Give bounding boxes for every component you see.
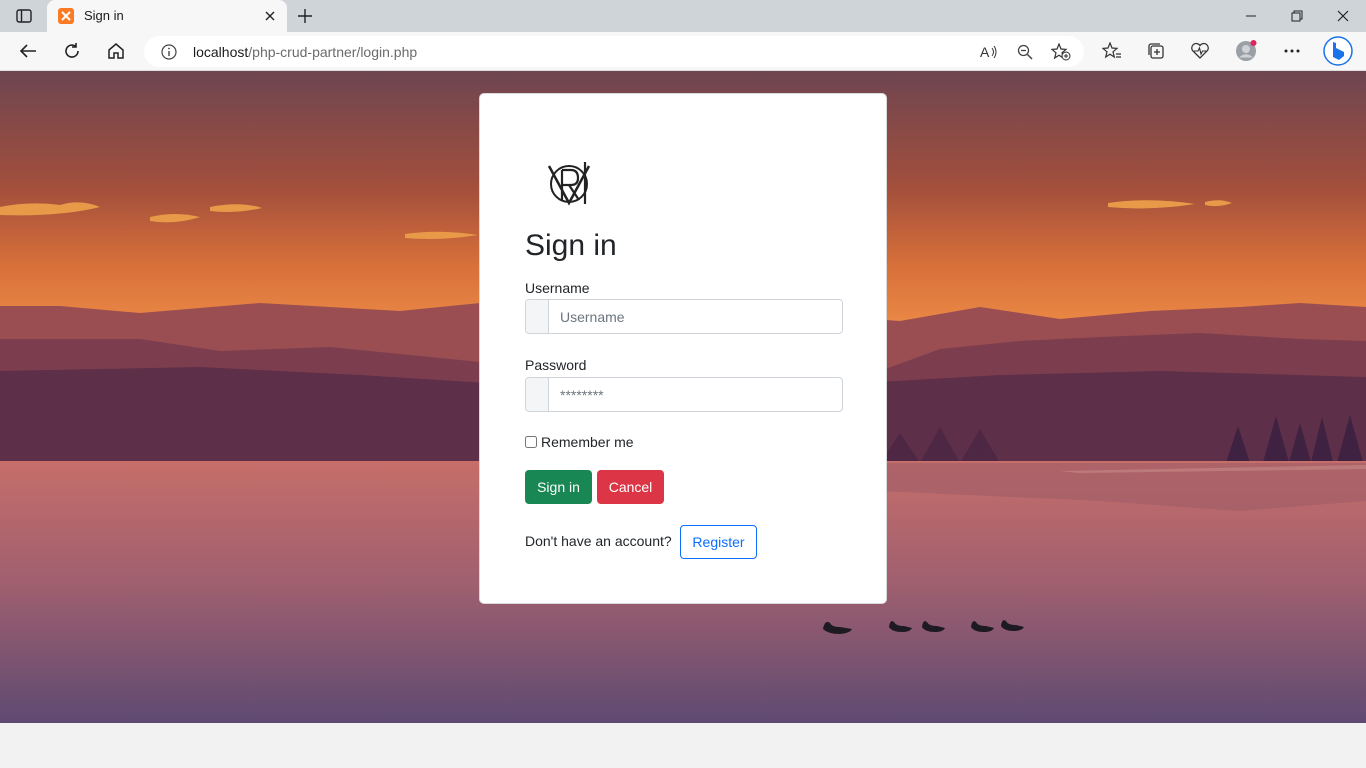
add-favorite-icon[interactable] — [1049, 41, 1073, 63]
svg-text:A: A — [980, 44, 990, 60]
plus-icon[interactable] — [293, 4, 317, 28]
password-input[interactable] — [550, 378, 842, 411]
profile-icon[interactable] — [1231, 37, 1261, 65]
page-footer-area — [0, 723, 1366, 768]
xampp-icon — [58, 8, 74, 24]
password-input-group — [525, 377, 843, 412]
password-addon — [526, 378, 549, 411]
address-bar[interactable]: localhost/php-crud-partner/login.php A — [144, 36, 1084, 67]
page-title: Sign in — [525, 229, 617, 262]
browser-toolbar: localhost/php-crud-partner/login.php A — [0, 32, 1366, 71]
login-card: Sign in Username Password Remember me Si… — [479, 93, 887, 604]
tab-actions-icon[interactable] — [10, 4, 38, 28]
url-host: localhost — [193, 44, 249, 60]
remember-label: Remember me — [541, 434, 634, 450]
browser-essentials-icon[interactable] — [1185, 37, 1215, 65]
cancel-button[interactable]: Cancel — [597, 470, 664, 504]
no-account-text: Don't have an account? — [525, 533, 672, 549]
password-label: Password — [525, 357, 587, 373]
read-aloud-icon[interactable]: A — [977, 41, 1001, 63]
username-addon — [526, 300, 549, 333]
window-close-icon[interactable] — [1320, 0, 1366, 32]
refresh-icon[interactable] — [57, 37, 87, 65]
back-arrow-icon[interactable] — [13, 37, 43, 65]
page-viewport: Sign in Username Password Remember me Si… — [0, 71, 1366, 723]
register-button[interactable]: Register — [680, 525, 757, 559]
zoom-out-icon[interactable] — [1013, 41, 1037, 63]
username-input[interactable] — [550, 300, 842, 333]
favorites-icon[interactable] — [1097, 37, 1127, 65]
tab-bar: Sign in — [0, 0, 1366, 32]
monogram-logo — [547, 162, 591, 206]
username-input-group — [525, 299, 843, 334]
info-icon[interactable] — [160, 43, 177, 60]
browser-tab[interactable]: Sign in — [47, 0, 287, 32]
remember-checkbox[interactable] — [525, 436, 537, 448]
minimize-icon[interactable] — [1228, 0, 1274, 32]
restore-icon[interactable] — [1274, 0, 1320, 32]
bing-chat-icon[interactable] — [1322, 35, 1354, 67]
signin-button[interactable]: Sign in — [525, 470, 592, 504]
remember-me[interactable]: Remember me — [525, 434, 634, 450]
username-label: Username — [525, 280, 590, 296]
close-icon[interactable] — [262, 8, 278, 24]
more-icon[interactable] — [1277, 37, 1307, 65]
collections-icon[interactable] — [1141, 37, 1171, 65]
url-path: /php-crud-partner/login.php — [248, 44, 418, 60]
home-icon[interactable] — [101, 37, 131, 65]
url-text[interactable]: localhost/php-crud-partner/login.php — [193, 44, 417, 60]
tab-title: Sign in — [84, 8, 124, 23]
